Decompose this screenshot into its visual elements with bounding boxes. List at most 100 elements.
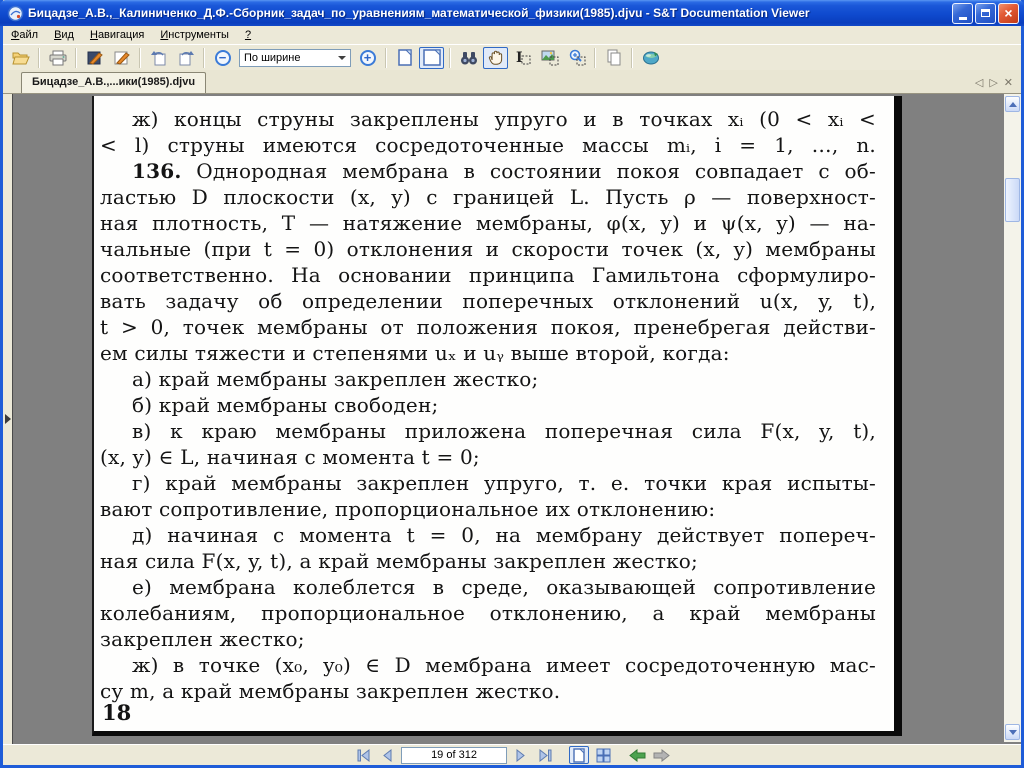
text-line: колебаниям, пропорциональное отклонению,… <box>100 600 876 626</box>
fit-width-button[interactable] <box>419 47 444 69</box>
rotate-left-icon <box>150 50 168 66</box>
text-line: ная сила F(x, y, t), а край мембраны зак… <box>100 548 876 574</box>
sidebar-expand-icon <box>5 414 11 424</box>
text-line: (x, y) ∈ L, начиная с момента t = 0; <box>100 444 876 470</box>
sidebar-splitter[interactable] <box>3 94 13 744</box>
toolbar-separator <box>631 48 633 68</box>
tab-bar: Бицадзе_А.В.,...ики(1985).djvu ◁ ▷ ✕ <box>3 70 1021 94</box>
restore-button[interactable] <box>975 3 996 24</box>
page-text: ж) концы струны закреплены упруго и в то… <box>94 96 894 704</box>
restore-icon <box>981 9 990 17</box>
back-arrow-icon <box>629 749 646 762</box>
menu-view[interactable]: Вид <box>46 27 82 43</box>
zoom-in-icon: + <box>360 50 376 66</box>
zoom-level-select[interactable]: По ширине <box>239 49 351 67</box>
text-line: д) начиная с момента t = 0, на мембрану … <box>100 522 876 548</box>
last-page-icon <box>538 749 553 762</box>
minimize-icon <box>959 17 967 20</box>
image-select-tool-button[interactable] <box>537 47 562 69</box>
next-page-button[interactable] <box>511 746 531 764</box>
dark-page-pen-icon <box>86 50 104 66</box>
tab-close-button[interactable]: ✕ <box>1004 76 1013 89</box>
open-button[interactable] <box>8 47 33 69</box>
vertical-scrollbar[interactable] <box>1004 94 1021 742</box>
scrollbar-thumb[interactable] <box>1005 178 1020 222</box>
close-button[interactable]: × <box>998 3 1019 24</box>
hand-tool-button[interactable] <box>483 47 508 69</box>
page-number-input[interactable] <box>401 747 507 764</box>
menu-help[interactable]: ? <box>237 27 259 43</box>
export-button[interactable] <box>638 47 663 69</box>
text-select-icon: I <box>514 49 532 66</box>
toolbar-separator <box>594 48 596 68</box>
menu-bar: Файл Вид Навигация Инструменты ? <box>3 26 1021 44</box>
single-page-view-button[interactable] <box>569 746 589 764</box>
menu-file[interactable]: Файл <box>3 27 46 43</box>
text-line: < l) струны имеются сосредоточенные масс… <box>100 132 876 158</box>
zoom-in-button[interactable]: + <box>355 47 380 69</box>
copy-button[interactable] <box>601 47 626 69</box>
light-page-pen-button[interactable] <box>109 47 134 69</box>
text-line: а) край мембраны закреплен жестко; <box>100 366 876 392</box>
tab-scroll-right-button[interactable]: ▷ <box>989 76 997 89</box>
close-icon: × <box>1004 6 1012 20</box>
tab-active[interactable]: Бицадзе_А.В.,...ики(1985).djvu <box>21 72 206 93</box>
next-page-icon <box>515 749 527 762</box>
tab-label: Бицадзе_А.В.,...ики(1985).djvu <box>32 76 195 88</box>
first-page-icon <box>356 749 371 762</box>
toolbar-separator <box>38 48 40 68</box>
toolbar-separator <box>449 48 451 68</box>
zoom-out-icon: − <box>215 50 231 66</box>
text-line: ем силы тяжести и степенями uₓ и uᵧ выше… <box>100 340 876 366</box>
text-line: вать задачу об определении поперечных от… <box>100 288 876 314</box>
menu-tools[interactable]: Инструменты <box>152 27 237 43</box>
arrow-down-icon <box>1009 730 1017 735</box>
previous-page-icon <box>381 749 393 762</box>
document-page[interactable]: ж) концы струны закреплены упруго и в то… <box>92 96 902 736</box>
window-title: Бицадзе_А.В.,_Калиниченко_Д.Ф.-Сборник_з… <box>28 6 952 20</box>
toolbar-separator <box>203 48 205 68</box>
fit-page-button[interactable] <box>392 47 417 69</box>
rotate-right-icon <box>177 50 195 66</box>
chevron-down-icon <box>338 56 346 60</box>
toolbar-separator <box>385 48 387 68</box>
light-page-pen-icon <box>113 50 131 66</box>
text-line: в) к краю мембраны приложена поперечная … <box>100 418 876 444</box>
print-icon <box>49 50 67 66</box>
search-binoculars-icon <box>460 51 478 65</box>
tab-scroll-left-button[interactable]: ◁ <box>975 76 983 89</box>
text-line: су m, а край мембраны закреплен жестко. <box>100 678 876 704</box>
text-line: ластью D плоскости (x, y) с границей L. … <box>100 184 876 210</box>
scroll-down-button[interactable] <box>1005 724 1020 740</box>
multi-page-view-button[interactable] <box>593 746 613 764</box>
history-back-button[interactable] <box>627 746 647 764</box>
title-bar[interactable]: Бицадзе_А.В.,_Калиниченко_Д.Ф.-Сборник_з… <box>0 0 1024 26</box>
toolbar-separator <box>139 48 141 68</box>
last-page-button[interactable] <box>535 746 555 764</box>
dark-page-pen-button[interactable] <box>82 47 107 69</box>
text-line: ная плотность, T — натяжение мембраны, φ… <box>100 210 876 236</box>
rotate-right-button[interactable] <box>173 47 198 69</box>
previous-page-button[interactable] <box>377 746 397 764</box>
open-folder-icon <box>12 50 30 65</box>
hand-tool-icon <box>487 49 504 66</box>
scroll-up-button[interactable] <box>1005 96 1020 112</box>
search-button[interactable] <box>456 47 481 69</box>
text-line: соответственно. На основании принципа Га… <box>100 262 876 288</box>
app-window: Бицадзе_А.В.,_Калиниченко_Д.Ф.-Сборник_з… <box>0 0 1024 768</box>
zoom-region-tool-button[interactable] <box>564 47 589 69</box>
first-page-button[interactable] <box>353 746 373 764</box>
zoom-out-button[interactable]: − <box>210 47 235 69</box>
print-button[interactable] <box>45 47 70 69</box>
fit-page-icon <box>397 49 413 66</box>
minimize-button[interactable] <box>952 3 973 24</box>
toolbar: − По ширине + <box>3 44 1021 70</box>
toolbar-separator <box>75 48 77 68</box>
page-navigation-bar <box>3 744 1021 765</box>
single-page-view-icon <box>572 748 586 763</box>
rotate-left-button[interactable] <box>146 47 171 69</box>
text-select-tool-button[interactable]: I <box>510 47 535 69</box>
zoom-region-icon <box>568 49 586 66</box>
menu-navigation[interactable]: Навигация <box>82 27 152 43</box>
history-forward-button[interactable] <box>651 746 671 764</box>
